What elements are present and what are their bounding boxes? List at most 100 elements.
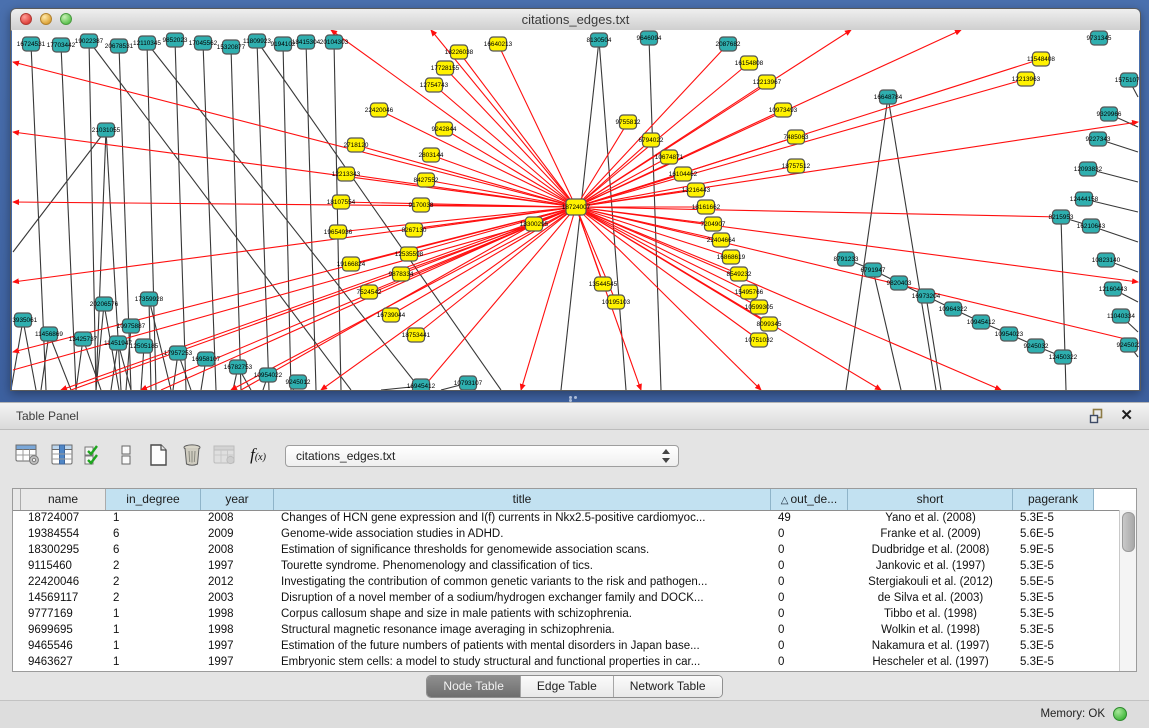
table-cell[interactable]: 5.5E-5 bbox=[1013, 574, 1094, 590]
graph-node[interactable]: 10793107 bbox=[454, 376, 483, 390]
table-cell[interactable]: Genome-wide association studies in ADHD. bbox=[274, 526, 771, 542]
graph-node[interactable]: 9731345 bbox=[1087, 31, 1112, 45]
graph-node[interactable]: 18753441 bbox=[402, 328, 431, 342]
table-cell[interactable]: 1997 bbox=[201, 638, 274, 654]
graph-node[interactable]: 12450322 bbox=[1049, 350, 1078, 364]
table-cell[interactable]: 14569117 bbox=[21, 590, 106, 606]
table-cell[interactable]: 9777169 bbox=[21, 606, 106, 622]
table-row[interactable]: 1872400712008Changes of HCN gene express… bbox=[13, 510, 1119, 526]
table-cell[interactable]: 0 bbox=[771, 526, 848, 542]
table-source-select[interactable]: citations_edges.txt bbox=[285, 445, 679, 467]
column-header-title[interactable]: title bbox=[274, 489, 771, 510]
table-row[interactable]: 977716911998Corpus callosum shape and si… bbox=[13, 606, 1119, 622]
table-cell[interactable]: Nakamura et al. (1997) bbox=[848, 638, 1013, 654]
column-header-year[interactable]: year bbox=[201, 489, 274, 510]
table-cell[interactable]: 5.3E-5 bbox=[1013, 510, 1094, 526]
table-cell[interactable]: 2003 bbox=[201, 590, 274, 606]
graph-node[interactable]: 10751032 bbox=[745, 333, 774, 347]
table-cell[interactable]: Estimation of the future numbers of pati… bbox=[274, 638, 771, 654]
table-cell[interactable]: 0 bbox=[771, 654, 848, 670]
scrollbar-thumb[interactable] bbox=[1122, 512, 1135, 552]
graph-node[interactable]: 12535598 bbox=[395, 247, 424, 261]
table-cell[interactable]: 1 bbox=[106, 622, 201, 638]
graph-node[interactable]: 12754743 bbox=[420, 78, 449, 92]
graph-node[interactable]: 11040334 bbox=[1107, 309, 1135, 323]
table-cell[interactable]: Corpus callosum shape and size in male p… bbox=[274, 606, 771, 622]
table-row[interactable]: 946362711997Embryonic stem cells: a mode… bbox=[13, 654, 1119, 670]
graph-node[interactable]: 9227343 bbox=[1086, 132, 1111, 146]
graph-node[interactable]: 18107554 bbox=[327, 195, 356, 209]
table-row[interactable]: 1830029562008Estimation of significance … bbox=[13, 542, 1119, 558]
table-cell[interactable]: 2009 bbox=[201, 526, 274, 542]
table-cell[interactable]: 0 bbox=[771, 606, 848, 622]
table-cell[interactable]: 6 bbox=[106, 542, 201, 558]
table-cell[interactable]: Hescheler et al. (1997) bbox=[848, 654, 1013, 670]
rows-icon[interactable] bbox=[112, 441, 140, 469]
graph-node[interactable]: 2087682 bbox=[716, 37, 741, 51]
table-cell[interactable]: 5.3E-5 bbox=[1013, 590, 1094, 606]
graph-node[interactable]: 15320877 bbox=[217, 40, 246, 54]
table-cell[interactable]: 19384554 bbox=[21, 526, 106, 542]
graph-node[interactable]: 17359928 bbox=[135, 292, 164, 306]
table-cell[interactable]: 0 bbox=[771, 638, 848, 654]
table-row[interactable]: 2242004622012Investigating the contribut… bbox=[13, 574, 1119, 590]
graph-node[interactable]: 16210643 bbox=[1077, 219, 1106, 233]
table-cell[interactable]: 0 bbox=[771, 558, 848, 574]
table-cell[interactable]: 9463627 bbox=[21, 654, 106, 670]
graph-node[interactable]: 16648784 bbox=[874, 90, 903, 104]
graph-node[interactable]: 18415304 bbox=[292, 35, 321, 49]
graph-node[interactable]: 20104303 bbox=[320, 35, 349, 49]
table-cell[interactable]: 5.3E-5 bbox=[1013, 638, 1094, 654]
table-cell[interactable]: 9699695 bbox=[21, 622, 106, 638]
table-cell[interactable]: 5.3E-5 bbox=[1013, 654, 1094, 670]
table-cell[interactable]: 2 bbox=[106, 558, 201, 574]
table-cell[interactable]: 2008 bbox=[201, 510, 274, 526]
graph-node[interactable]: 16868619 bbox=[717, 250, 746, 264]
graph-node[interactable]: 2803144 bbox=[419, 148, 444, 162]
graph-node[interactable]: 12110345 bbox=[133, 36, 161, 50]
graph-node[interactable]: 22404664 bbox=[707, 233, 736, 247]
table-cell[interactable]: 5.3E-5 bbox=[1013, 622, 1094, 638]
graph-node[interactable]: 9646094 bbox=[637, 31, 662, 45]
graph-node[interactable]: 11548408 bbox=[1027, 52, 1055, 66]
table-cell[interactable]: Stergiakouli et al. (2012) bbox=[848, 574, 1013, 590]
table-cell[interactable]: 9465546 bbox=[21, 638, 106, 654]
graph-node[interactable]: 10823140 bbox=[1092, 253, 1121, 267]
column-header-name[interactable]: name bbox=[21, 489, 106, 510]
graph-node[interactable]: 13935061 bbox=[12, 313, 38, 327]
graph-node[interactable]: 21031055 bbox=[92, 123, 121, 137]
graph-node[interactable]: 6794022 bbox=[639, 133, 664, 147]
graph-node[interactable]: 9329966 bbox=[1097, 107, 1122, 121]
table-cell[interactable]: 5.9E-5 bbox=[1013, 542, 1094, 558]
window-titlebar[interactable]: citations_edges.txt bbox=[11, 9, 1140, 31]
table-row[interactable]: 1938455462009Genome-wide association stu… bbox=[13, 526, 1119, 542]
table-row[interactable]: 969969511998Structural magnetic resonanc… bbox=[13, 622, 1119, 638]
vertical-scrollbar[interactable] bbox=[1119, 510, 1136, 671]
column-header-short[interactable]: short bbox=[848, 489, 1013, 510]
graph-node[interactable]: 7524542 bbox=[357, 285, 382, 299]
table-cell[interactable]: 6 bbox=[106, 526, 201, 542]
table-cell[interactable]: Dudbridge et al. (2008) bbox=[848, 542, 1013, 558]
graph-node[interactable]: 8549232 bbox=[727, 267, 752, 281]
graph-node[interactable]: 17045562 bbox=[189, 36, 218, 50]
table-cell[interactable]: 1 bbox=[106, 638, 201, 654]
table-cell[interactable]: 9115460 bbox=[21, 558, 106, 574]
tab-edge-table[interactable]: Edge Table bbox=[521, 676, 614, 697]
table-cell[interactable]: 2008 bbox=[201, 542, 274, 558]
table-cell[interactable]: Changes of HCN gene expression and I(f) … bbox=[274, 510, 771, 526]
table-row[interactable]: 1456911722003Disruption of a novel membe… bbox=[13, 590, 1119, 606]
table-cell[interactable]: 0 bbox=[771, 542, 848, 558]
table-cell[interactable]: 49 bbox=[771, 510, 848, 526]
table-cell[interactable]: 5.3E-5 bbox=[1013, 606, 1094, 622]
table-cell[interactable]: 5.6E-5 bbox=[1013, 526, 1094, 542]
close-panel-icon[interactable]: ✕ bbox=[1120, 406, 1133, 424]
graph-node[interactable]: 16640213 bbox=[484, 37, 513, 51]
function-builder-icon[interactable]: f(x) bbox=[244, 441, 272, 469]
graph-node[interactable]: 16782753 bbox=[224, 360, 253, 374]
checklist-icon[interactable] bbox=[80, 441, 108, 469]
table-cell[interactable]: Investigating the contribution of common… bbox=[274, 574, 771, 590]
table-cell[interactable]: Wolkin et al. (1998) bbox=[848, 622, 1013, 638]
column-header-out-de-[interactable]: △out_de... bbox=[771, 489, 848, 510]
table-cell[interactable]: 0 bbox=[771, 590, 848, 606]
graph-node[interactable]: 15751074 bbox=[1115, 73, 1139, 87]
